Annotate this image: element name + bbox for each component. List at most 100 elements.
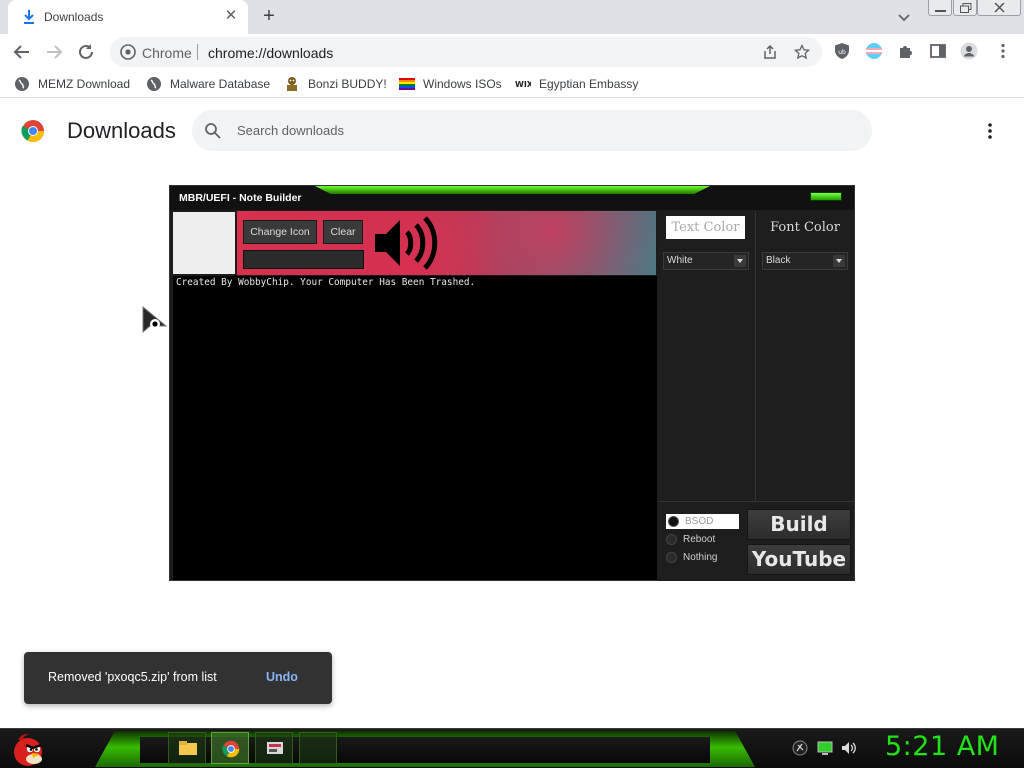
tray-volume-icon[interactable] (841, 740, 857, 756)
font-color-value: Black (766, 255, 791, 266)
taskbar-chrome-button[interactable] (211, 732, 249, 764)
tray-network-icon[interactable] (792, 740, 808, 756)
profile-avatar-icon[interactable] (960, 42, 978, 60)
bonzi-icon (287, 77, 297, 91)
speaker-sound-icon[interactable] (373, 215, 445, 271)
chrome-menu-icon[interactable] (994, 42, 1012, 60)
close-window-button[interactable] (977, 0, 1021, 16)
radio-unselected-icon (666, 552, 677, 563)
taskbar-explorer-button[interactable] (168, 732, 206, 764)
search-icon (205, 123, 221, 139)
bookmark-star-icon[interactable] (794, 44, 810, 60)
search-downloads-input[interactable]: Search downloads (192, 110, 872, 151)
side-panel-icon[interactable] (929, 42, 947, 60)
row-divider (658, 501, 854, 502)
close-icon (994, 3, 1005, 13)
tab-title: Downloads (44, 10, 104, 24)
address-separator (197, 44, 198, 60)
font-color-label: Font Color (770, 220, 840, 235)
tab-downloads[interactable]: Downloads ✕ (8, 0, 248, 34)
chevron-down-icon (836, 259, 842, 263)
share-icon[interactable] (762, 44, 778, 60)
chrome-logo-icon (222, 740, 240, 758)
minimize-icon (935, 10, 946, 12)
tab-close-icon[interactable]: ✕ (222, 7, 240, 25)
note-text-content: Created By WobbyChip. Your Computer Has … (176, 277, 476, 288)
tray-monitor-icon[interactable] (817, 740, 833, 756)
note-builder-title: MBR/UEFI - Note Builder (179, 192, 302, 204)
bookmark-label: Egyptian Embassy (539, 77, 639, 91)
undo-button[interactable]: Undo (266, 670, 298, 684)
folder-icon (179, 741, 197, 755)
address-origin: Chrome (142, 45, 192, 61)
more-actions-icon[interactable] (980, 121, 1000, 141)
bookmarks-bar: MEMZ Download Malware Database Bonzi BUD… (0, 70, 1024, 98)
taskbar-note-builder-button[interactable] (255, 732, 293, 764)
radio-label: BSOD (685, 516, 714, 527)
status-led-bar (810, 192, 842, 201)
options-panel: Text Color Font Color White Black BSOD R… (658, 211, 854, 581)
icon-path-field[interactable] (243, 250, 364, 269)
column-divider (755, 211, 756, 501)
tab-strip: Downloads ✕ + (0, 0, 1024, 34)
forward-arrow-icon[interactable] (44, 42, 64, 62)
text-color-label: Text Color (666, 216, 745, 239)
reload-icon[interactable] (76, 42, 96, 62)
address-bar[interactable]: Chrome chrome://downloads (110, 37, 822, 67)
radio-label: Nothing (683, 552, 718, 563)
bookmark-egyptian-embassy[interactable]: WIX Egyptian Embassy (515, 76, 638, 92)
taskbar (0, 728, 1024, 768)
radio-nothing[interactable]: Nothing (666, 550, 717, 565)
taskbar-blank-slot[interactable] (299, 732, 337, 764)
wix-icon: WIX (515, 80, 531, 89)
eye-cursor-icon (142, 306, 168, 334)
restore-button[interactable] (953, 0, 977, 16)
removed-toast: Removed 'pxoqc5.zip' from list Undo (24, 652, 332, 704)
svg-text:ub: ub (838, 49, 846, 56)
taskbar-clock[interactable]: 5:21 AM (885, 731, 999, 762)
clear-button[interactable]: Clear (323, 220, 363, 244)
bookmark-memz-download[interactable]: MEMZ Download (14, 76, 130, 92)
change-icon-button[interactable]: Change Icon (243, 220, 317, 244)
note-builder-titlebar[interactable]: MBR/UEFI - Note Builder (170, 186, 854, 210)
bookmark-label: Bonzi BUDDY! (308, 77, 387, 91)
dropdown-arrow (833, 255, 845, 267)
new-tab-button[interactable]: + (258, 6, 280, 28)
globe-icon (15, 77, 29, 91)
radio-bsod[interactable]: BSOD (666, 514, 739, 529)
note-icon-preview (173, 212, 235, 274)
svg-text:WIX: WIX (515, 80, 531, 89)
titlebar-glow-decoration (315, 186, 710, 194)
restore-icon (960, 3, 972, 13)
build-button[interactable]: Build (747, 509, 851, 540)
ublock-icon[interactable]: ub (833, 42, 851, 60)
trans-flag-extension-icon[interactable] (865, 42, 883, 60)
angry-bird-start-icon[interactable] (8, 730, 46, 768)
rainbow-flag-icon (399, 78, 415, 90)
bookmark-windows-isos[interactable]: Windows ISOs (399, 76, 502, 92)
text-color-select[interactable]: White (663, 252, 749, 270)
bookmark-label: Windows ISOs (423, 77, 502, 91)
dropdown-arrow (734, 255, 746, 267)
chevron-down-icon (737, 259, 743, 263)
font-color-select[interactable]: Black (762, 252, 848, 270)
radio-label: Reboot (683, 534, 716, 545)
search-placeholder: Search downloads (237, 123, 344, 138)
bookmark-malware-database[interactable]: Malware Database (146, 76, 270, 92)
extensions-puzzle-icon[interactable] (897, 42, 915, 60)
back-arrow-icon[interactable] (12, 42, 32, 62)
bookmark-bonzi-buddy[interactable]: Bonzi BUDDY! (284, 76, 387, 92)
minimize-button[interactable] (928, 0, 952, 16)
radio-reboot[interactable]: Reboot (666, 532, 715, 547)
note-banner: Change Icon Clear (237, 211, 656, 275)
radio-unselected-icon (666, 534, 677, 545)
browser-toolbar: Chrome chrome://downloads ub (0, 34, 1024, 70)
youtube-button[interactable]: YouTube (747, 544, 851, 575)
page-title: Downloads (67, 118, 176, 143)
note-builder-app-icon (267, 742, 283, 754)
note-text-area[interactable]: Created By WobbyChip. Your Computer Has … (173, 276, 657, 580)
tab-search-chevron-icon[interactable] (894, 8, 914, 26)
note-builder-window: MBR/UEFI - Note Builder Change Icon Clea… (169, 185, 855, 581)
address-url[interactable]: chrome://downloads (208, 45, 333, 61)
text-color-value: White (667, 255, 693, 266)
